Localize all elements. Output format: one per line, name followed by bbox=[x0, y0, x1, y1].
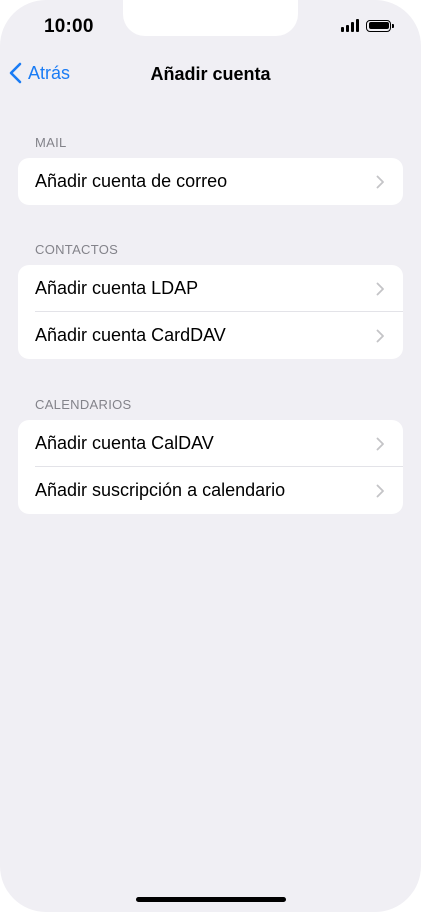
row-label: Añadir suscripción a calendario bbox=[35, 480, 286, 500]
cellular-signal-icon bbox=[341, 19, 359, 32]
chevron-right-icon bbox=[376, 175, 384, 189]
row-add-ldap-account[interactable]: Añadir cuenta LDAP bbox=[18, 265, 403, 312]
group-contacts: Añadir cuenta LDAP Añadir cuenta CardDAV bbox=[18, 265, 403, 359]
group-calendars: Añadir cuenta CalDAV Añadir suscripción … bbox=[18, 420, 403, 514]
status-time: 10:00 bbox=[44, 16, 94, 37]
row-add-carddav-account[interactable]: Añadir cuenta CardDAV bbox=[18, 312, 403, 359]
home-indicator[interactable] bbox=[136, 897, 286, 902]
row-label: Añadir cuenta CardDAV bbox=[35, 325, 226, 345]
row-label: Añadir cuenta CalDAV bbox=[35, 433, 214, 453]
chevron-right-icon bbox=[376, 484, 384, 498]
row-add-mail-account[interactable]: Añadir cuenta de correo bbox=[18, 158, 403, 205]
row-label: Añadir cuenta de correo bbox=[35, 171, 228, 191]
row-label: Añadir cuenta LDAP bbox=[35, 278, 199, 298]
battery-full-icon bbox=[366, 19, 394, 32]
phone-screen: 10:00 Atrás Añadir cuenta MAIL Añadir cu… bbox=[0, 0, 421, 912]
notch bbox=[123, 0, 298, 36]
chevron-right-icon bbox=[376, 282, 384, 296]
chevron-right-icon bbox=[376, 437, 384, 451]
section-header-mail: MAIL bbox=[35, 135, 67, 150]
section-header-contacts: CONTACTOS bbox=[35, 242, 119, 257]
status-icons bbox=[341, 19, 394, 32]
row-add-caldav-account[interactable]: Añadir cuenta CalDAV bbox=[18, 420, 403, 467]
group-mail: Añadir cuenta de correo bbox=[18, 158, 403, 205]
chevron-right-icon bbox=[376, 329, 384, 343]
page-title: Añadir cuenta bbox=[150, 64, 271, 84]
row-add-calendar-subscription[interactable]: Añadir suscripción a calendario bbox=[18, 467, 403, 514]
section-header-calendars: CALENDARIOS bbox=[35, 397, 132, 412]
